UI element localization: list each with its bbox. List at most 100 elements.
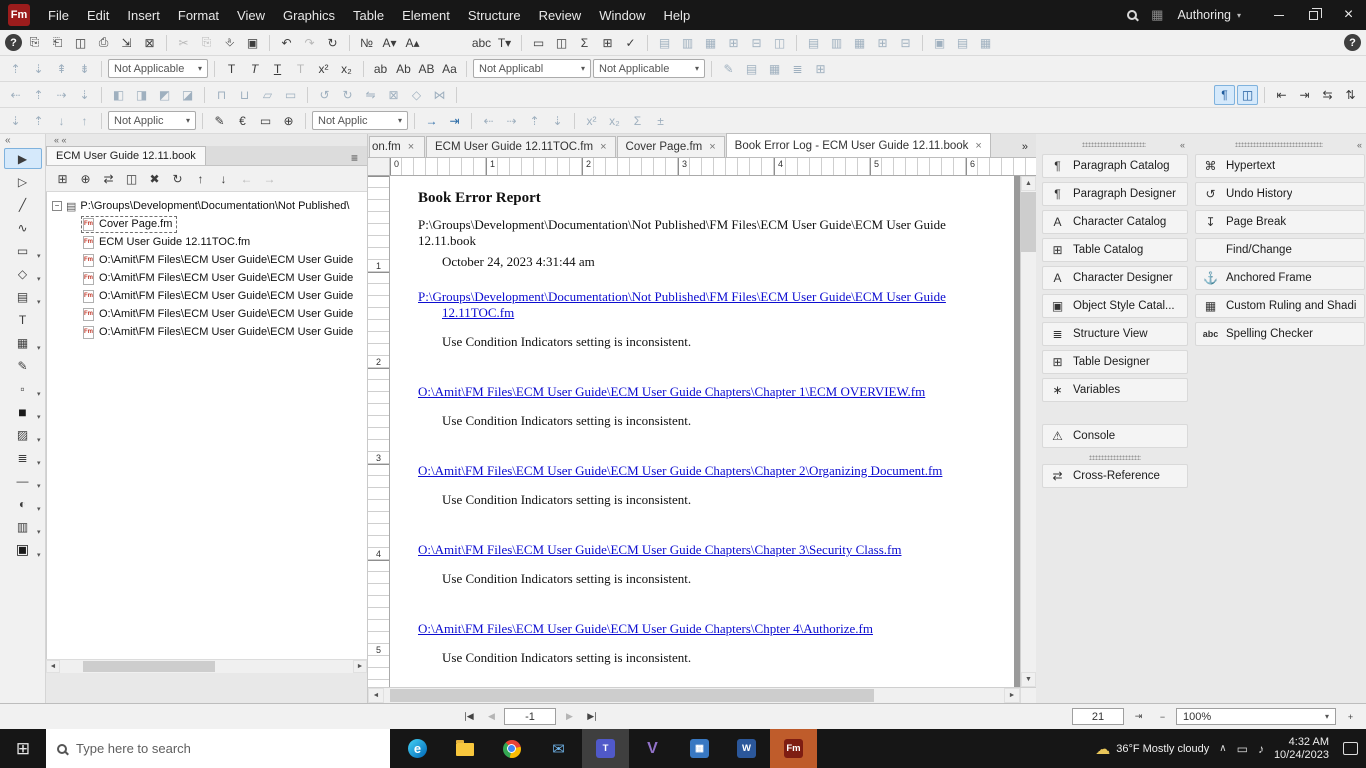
character-style-dropdown[interactable]: Not Applicable ▾ [593, 59, 705, 78]
rotate-cw-icon[interactable]: ↻ [337, 85, 358, 105]
clock[interactable]: 4:32 AM 10/24/2023 [1274, 736, 1329, 762]
left-arrow-icon[interactable]: ⇠ [5, 85, 26, 105]
separator[interactable] [101, 60, 102, 77]
tab-close-icon[interactable]: × [709, 141, 715, 153]
down-arrow-icon[interactable]: ⇣ [5, 111, 26, 131]
error-file-link[interactable]: O:\Amit\FM Files\ECM User Guide\ECM User… [418, 621, 992, 637]
panel-hypertext[interactable]: ⌘ Hypertext [1195, 154, 1365, 178]
tint-swatch[interactable]: ▥ ▾ [4, 516, 42, 537]
align-bottom-icon[interactable]: ◪ [177, 85, 198, 105]
scroll-track[interactable] [60, 660, 353, 673]
line-number-field[interactable]: 21 [1072, 708, 1124, 725]
menu-item[interactable]: Format [169, 0, 228, 30]
move-down-icon[interactable]: ↓ [213, 169, 234, 189]
page-up-icon[interactable]: ⇞ [51, 59, 72, 79]
reshape-icon[interactable]: ◇ [406, 85, 427, 105]
menu-item[interactable]: Edit [78, 0, 118, 30]
scroll-left-icon[interactable]: ◄ [46, 660, 60, 673]
collapse-panel-icon[interactable]: « [0, 135, 16, 147]
first-page-icon[interactable]: ∣◀ [458, 708, 478, 726]
text-frame-icon[interactable]: ▭ [528, 33, 549, 53]
separator[interactable] [101, 112, 102, 129]
panel-find-change[interactable]: Find/Change [1195, 238, 1365, 262]
shift-up-icon[interactable]: ⇡ [524, 111, 545, 131]
document-tab[interactable]: ECM User Guide 12.11TOC.fm × [426, 136, 616, 157]
menu-item[interactable]: Table [344, 0, 393, 30]
redo-icon[interactable]: ↷ [299, 33, 320, 53]
zoom-search-icon[interactable] [448, 33, 469, 53]
up-arrow-icon[interactable]: ⇡ [5, 59, 26, 79]
subscript-icon[interactable]: x₂ [336, 59, 357, 79]
up-arrow-icon[interactable]: ⇡ [28, 111, 49, 131]
equation-icon[interactable]: Σ [574, 33, 595, 53]
character-format-dropdown[interactable]: Not Applicable ▾ [108, 59, 208, 78]
table-split-icon[interactable]: ⊟ [746, 33, 767, 53]
snap-right-icon[interactable]: ⇥ [1294, 85, 1315, 105]
print-icon[interactable]: ⎙ [93, 33, 114, 53]
separator[interactable] [922, 34, 923, 51]
underline-icon[interactable]: T [267, 59, 288, 79]
separator[interactable] [166, 34, 167, 51]
search-icon[interactable] [1127, 10, 1138, 20]
go-end-icon[interactable]: ⇥ [444, 111, 465, 131]
book-file-row[interactable]: Fm O:\Amit\FM Files\ECM User Guide\ECM U… [52, 323, 367, 341]
separator[interactable] [414, 112, 415, 129]
separator[interactable] [796, 34, 797, 51]
find-previous-icon[interactable]: A▴ [402, 33, 423, 53]
separator[interactable] [1264, 86, 1265, 103]
taskbar-mail-icon[interactable]: ✉ [535, 729, 582, 768]
align-left-icon[interactable]: ◧ [108, 85, 129, 105]
numbering-icon[interactable]: № [356, 33, 377, 53]
last-page-icon[interactable]: ▶∣ [582, 708, 602, 726]
reorder-icon[interactable]: ⇅ [1340, 85, 1361, 105]
move-up-icon[interactable]: ↑ [190, 169, 211, 189]
document-tab[interactable]: Cover Page.fm × [616, 136, 725, 157]
page-number-field[interactable]: -1 [504, 708, 556, 725]
page-down-icon[interactable]: ⇟ [74, 59, 95, 79]
scroll-thumb[interactable] [390, 689, 874, 702]
object-group-icon[interactable]: ▤ [952, 33, 973, 53]
ungroup-icon[interactable]: ⊠ [383, 85, 404, 105]
find-next-icon[interactable]: A▾ [379, 33, 400, 53]
table-merge-icon[interactable]: ⊞ [723, 33, 744, 53]
minimize-button[interactable] [1261, 0, 1296, 30]
copy-icon[interactable]: ⎘ [196, 33, 217, 53]
panel-cross-reference[interactable]: ⇄ Cross-Reference [1042, 464, 1188, 488]
clipboard-icon[interactable]: ▣ [242, 33, 263, 53]
tab-close-icon[interactable]: × [975, 140, 981, 152]
insert-table-icon[interactable]: ⊞ [597, 33, 618, 53]
menu-item[interactable]: File [39, 0, 78, 30]
taskbar-calculator-icon[interactable]: ▦ [676, 729, 723, 768]
menu-item[interactable]: Structure [459, 0, 530, 30]
menu-item[interactable]: Insert [118, 0, 169, 30]
move-down-icon[interactable]: ↓ [51, 111, 72, 131]
search-icon[interactable] [425, 33, 446, 53]
panel-page-break[interactable]: ↧ Page Break [1195, 210, 1365, 234]
menu-item[interactable]: Element [393, 0, 459, 30]
separator[interactable] [456, 86, 457, 103]
help-icon[interactable]: ? [1344, 34, 1361, 51]
table-column-icon[interactable]: ▦ [700, 33, 721, 53]
skew-icon[interactable]: ▱ [257, 85, 278, 105]
book-file-row[interactable]: Fm O:\Amit\FM Files\ECM User Guide\ECM U… [52, 269, 367, 287]
shift-left-icon[interactable]: ⇠ [478, 111, 499, 131]
document-page[interactable]: Book Error Report P:\Groups\Development\… [390, 176, 1014, 687]
book-file-row[interactable]: Fm O:\Amit\FM Files\ECM User Guide\ECM U… [52, 251, 367, 269]
color-view-dropdown[interactable]: Not Applic ▾ [108, 111, 196, 130]
table-format-icon[interactable]: ◫ [769, 33, 790, 53]
tab-close-icon[interactable]: × [600, 141, 606, 153]
polyline-tool[interactable]: ∿ [4, 217, 42, 238]
sum-icon[interactable]: Σ [627, 111, 648, 131]
cut-icon[interactable]: ✂ [173, 33, 194, 53]
panel-undo-history[interactable]: ↺ Undo History [1195, 182, 1365, 206]
spelling-icon[interactable]: abc [471, 33, 492, 53]
collapse-tree-icon[interactable]: − [52, 201, 62, 211]
add-file-icon[interactable]: ⊞ [52, 169, 73, 189]
anchored-frame-icon[interactable]: ◫ [551, 33, 572, 53]
panel-structure-view[interactable]: ≣ Structure View [1042, 322, 1188, 346]
scale-icon[interactable]: ▭ [280, 85, 301, 105]
object-align-icon[interactable]: ▣ [929, 33, 950, 53]
delete-file-icon[interactable]: ✖ [144, 169, 165, 189]
align-top-icon[interactable]: ◩ [154, 85, 175, 105]
scroll-right-icon[interactable]: ► [1004, 688, 1020, 703]
